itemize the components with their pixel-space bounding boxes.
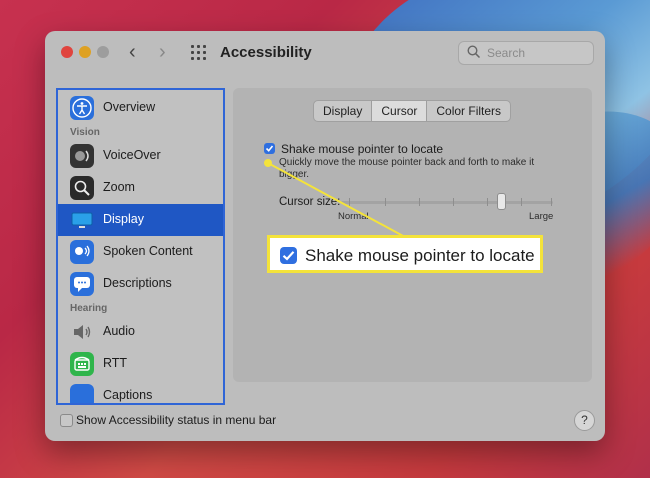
sidebar-item-label: Descriptions [103, 276, 172, 290]
shake-pointer-checkbox[interactable] [264, 143, 275, 154]
show-status-checkbox[interactable] [60, 414, 73, 427]
titlebar: ‹ › Accessibility Search [45, 31, 605, 77]
section-vision: Vision [70, 127, 100, 138]
voiceover-icon [70, 144, 94, 168]
sidebar: Overview Vision VoiceOver Zoom Display S [56, 88, 225, 405]
checkmark-icon [282, 251, 295, 261]
shake-pointer-label: Shake mouse pointer to locate [281, 142, 444, 156]
tab-bar: Display Cursor Color Filters [313, 100, 512, 122]
search-input[interactable]: Search [458, 41, 594, 65]
sidebar-item-spoken-content[interactable]: Spoken Content [58, 236, 223, 268]
show-status-label: Show Accessibility status in menu bar [76, 413, 277, 427]
sidebar-item-voiceover[interactable]: VoiceOver [58, 140, 223, 172]
forward-chevron-icon[interactable]: › [159, 41, 166, 64]
close-window-button[interactable] [61, 46, 73, 58]
sidebar-item-label: Captions [103, 388, 153, 402]
slider-tick [419, 198, 420, 206]
sidebar-item-label: Spoken Content [103, 244, 193, 258]
zoom-window-button[interactable] [97, 46, 109, 58]
spoken-content-icon [70, 240, 94, 264]
slider-tick [551, 198, 552, 206]
help-button[interactable]: ? [574, 410, 595, 431]
sidebar-item-label: VoiceOver [103, 148, 161, 162]
tab-color-filters[interactable]: Color Filters [427, 101, 510, 121]
slider-tick [453, 198, 454, 206]
tab-display[interactable]: Display [314, 101, 371, 121]
cursor-size-slider-knob[interactable] [497, 193, 506, 210]
search-placeholder: Search [487, 46, 526, 60]
callout-highlight: Shake mouse pointer to locate [267, 235, 543, 273]
sidebar-item-label: RTT [103, 356, 128, 370]
tab-cursor[interactable]: Cursor [371, 101, 428, 121]
callout-text: Shake mouse pointer to locate [305, 246, 535, 265]
sidebar-item-audio[interactable]: Audio [58, 316, 223, 348]
cursor-size-label: Cursor size: [279, 196, 341, 208]
window-title: Accessibility [220, 44, 312, 61]
rtt-phone-icon [70, 352, 94, 376]
sidebar-item-label: Zoom [103, 180, 135, 194]
slider-tick [385, 198, 386, 206]
accessibility-person-icon [70, 96, 94, 120]
slider-tick [521, 198, 522, 206]
captions-icon [70, 384, 94, 403]
sidebar-item-label: Display [103, 212, 144, 226]
sidebar-item-descriptions[interactable]: Descriptions [58, 268, 223, 300]
zoom-icon [70, 176, 94, 200]
sidebar-item-overview[interactable]: Overview [58, 92, 223, 124]
display-monitor-icon [70, 208, 94, 232]
sidebar-item-zoom[interactable]: Zoom [58, 172, 223, 204]
sidebar-item-captions[interactable]: Captions [58, 380, 223, 403]
slider-tick [349, 198, 350, 206]
descriptions-speech-icon [70, 272, 94, 296]
section-hearing: Hearing [70, 303, 108, 314]
search-icon [467, 45, 481, 59]
sidebar-item-display[interactable]: Display [58, 204, 223, 236]
sidebar-item-label: Overview [103, 100, 156, 114]
shake-pointer-description: Quickly move the mouse pointer back and … [279, 157, 535, 180]
back-chevron-icon[interactable]: ‹ [129, 41, 136, 64]
slider-tick [487, 198, 488, 206]
minimize-window-button[interactable] [79, 46, 91, 58]
sidebar-item-rtt[interactable]: RTT [58, 348, 223, 380]
speaker-icon [70, 320, 94, 344]
checkmark-icon [265, 145, 274, 152]
show-all-grid-icon[interactable] [191, 45, 209, 61]
slider-max-label: Large [529, 211, 554, 222]
sidebar-item-label: Audio [103, 324, 135, 338]
slider-min-label: Normal [338, 211, 369, 222]
callout-checkbox [280, 247, 297, 264]
